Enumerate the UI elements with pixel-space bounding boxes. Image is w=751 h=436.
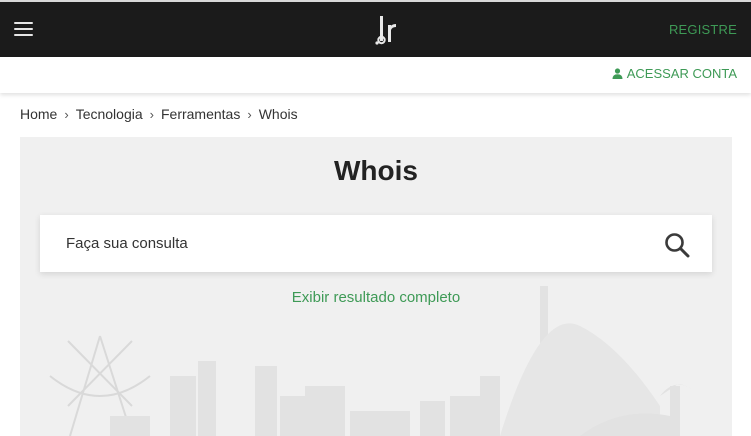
page-title: Whois — [334, 155, 418, 186]
search-icon[interactable] — [664, 232, 690, 258]
menu-line — [14, 28, 33, 30]
top-navbar: REGISTRE — [0, 2, 751, 57]
breadcrumb-separator: › — [64, 106, 69, 122]
account-link[interactable]: ACESSAR CONTA — [612, 66, 737, 81]
breadcrumb-item-ferramentas[interactable]: Ferramentas — [161, 106, 240, 122]
breadcrumb-separator: › — [247, 106, 252, 122]
breadcrumb: Home › Tecnologia › Ferramentas › Whois — [20, 106, 298, 122]
search-input[interactable] — [40, 215, 640, 272]
search-box — [40, 215, 712, 272]
breadcrumb-separator: › — [149, 106, 154, 122]
register-link[interactable]: REGISTRE — [669, 22, 737, 37]
whois-panel: Whois Exibir resultado completo — [20, 137, 732, 436]
br-logo-icon[interactable] — [374, 14, 402, 46]
menu-line — [14, 22, 33, 24]
menu-line — [14, 34, 33, 36]
hamburger-menu-icon[interactable] — [14, 22, 34, 38]
account-bar: ACESSAR CONTA — [0, 57, 751, 93]
breadcrumb-item-tecnologia[interactable]: Tecnologia — [76, 106, 143, 122]
breadcrumb-item-home[interactable]: Home — [20, 106, 57, 122]
account-label: ACESSAR CONTA — [626, 66, 737, 81]
breadcrumb-item-whois[interactable]: Whois — [259, 106, 298, 122]
user-icon — [612, 68, 623, 79]
full-result-link[interactable]: Exibir resultado completo — [20, 289, 732, 306]
